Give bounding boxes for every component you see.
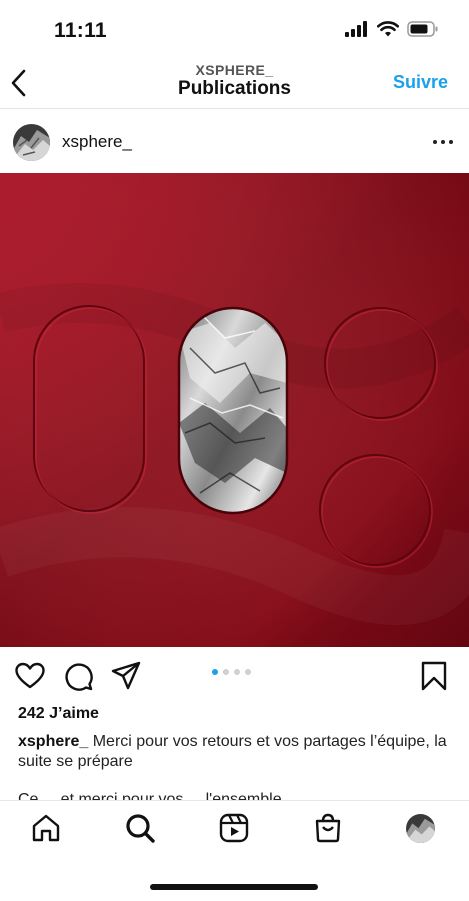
carousel-indicator: [212, 669, 251, 675]
status-time: 11:11: [54, 19, 107, 42]
home-indicator[interactable]: [150, 884, 318, 890]
carousel-dot: [223, 669, 229, 675]
carousel-dot: [234, 669, 240, 675]
bookmark-icon[interactable]: [418, 660, 450, 692]
reels-icon[interactable]: [218, 812, 250, 844]
carousel-dot: [212, 669, 218, 675]
profile-avatar[interactable]: [406, 814, 435, 843]
likes-count[interactable]: 242 J’aime: [18, 705, 99, 723]
more-options-icon[interactable]: [433, 140, 453, 144]
search-icon[interactable]: [124, 812, 156, 844]
comment-icon[interactable]: [62, 660, 94, 692]
header-divider: [0, 108, 469, 109]
status-icons: [345, 21, 439, 37]
signal-icon: [345, 21, 367, 37]
carousel-dot: [245, 669, 251, 675]
heart-icon[interactable]: [14, 660, 46, 692]
home-icon[interactable]: [30, 812, 62, 844]
battery-icon: [407, 21, 438, 37]
follow-button[interactable]: Suivre: [393, 72, 448, 93]
avatar[interactable]: [13, 124, 50, 161]
post-username[interactable]: xsphere_: [62, 132, 132, 152]
share-icon[interactable]: [110, 660, 142, 692]
caption-continuation: Ce ... et merci pour vos ... l'ensemble …: [18, 791, 300, 800]
post-image[interactable]: [0, 173, 469, 647]
wifi-icon: [377, 21, 399, 37]
shop-icon[interactable]: [312, 812, 344, 844]
post-caption: xsphere_ Merci pour vos retours et vos p…: [18, 732, 458, 772]
caption-username[interactable]: xsphere_: [18, 733, 88, 750]
